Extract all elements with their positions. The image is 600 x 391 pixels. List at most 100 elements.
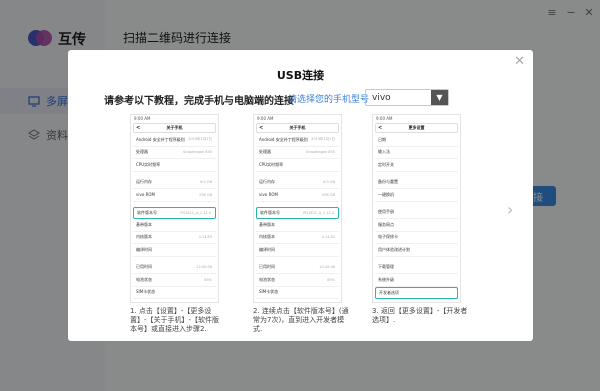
phone-setting-row: 一键换机 [375,189,458,202]
phone-setting-value: 8.0 GB [200,180,212,185]
phone-setting-label: Android 安全补丁程序级别 [136,136,185,142]
phone-header-title: 关于手机 [166,125,183,130]
phone-setting-row: 服务网点 [375,219,458,232]
phone-setting-value: 85% [327,277,335,282]
phone-setting-label: 电子保修卡 [378,234,398,240]
phone-setting-row: SIM卡状态 [133,287,216,299]
phone-setting-row: 下载管理 [375,262,458,274]
usb-connect-dialog: USB连接 ✕ 请参考以下教程，完成手机与电脑端的连接 请选择您的手机型号 vi… [68,50,533,341]
instruction-text: 请参考以下教程，完成手机与电脑端的连接 [104,96,294,107]
phone-setting-row: 电池状态 85% [256,274,339,287]
phone-setting-value: 12:45:06 [196,265,212,270]
phone-setting-label: 内核版本 [259,234,275,240]
phone-setting-value: 2019年1月1日 [311,137,335,142]
phone-setting-row: Android 安全补丁程序级别 2019年1月1日 [133,134,216,147]
phone-setting-value: 85% [204,277,212,282]
phone-setting-row: 已用时间 12:45:06 [133,262,216,274]
phone-setting-value: 4.14.83 [198,235,212,240]
phone-setting-label: 一键换机 [378,191,394,197]
phone-setting-label: 软件版本号 [260,209,280,215]
select-model-link[interactable]: 请选择您的手机型号 [288,92,369,105]
phone-setting-label: 电池状态 [136,276,152,282]
phone-setting-row: 日期 [375,134,458,147]
back-icon: < [136,125,141,131]
phone-setting-label: 处理器 [259,149,271,155]
phone-setting-row: 使用手册 [375,207,458,219]
phone-setting-label: 系统升级 [378,276,394,282]
phone-setting-row: Android 安全补丁程序级别 2019年1月1日 [256,134,339,147]
phone-setting-value: 12:45:06 [319,265,335,270]
phone-setting-label: 基带版本 [259,221,275,227]
phone-setting-label: 备份与重置 [378,179,398,185]
phone-setting-row: 基带版本 [133,219,216,232]
phone-setting-row: 编译时间 [256,244,339,257]
back-icon: < [378,125,383,131]
phone-setting-value: 8.0 GB [323,180,335,185]
phone-setting-row: CPU实时频率 [133,159,216,172]
phone-setting-row: CPU实时频率 [256,159,339,172]
phone-screen-header: < 关于手机 [133,123,216,133]
phone-header-title: 关于手机 [289,125,306,130]
phone-header-title: 更多设置 [408,125,425,130]
chevron-down-icon[interactable]: ▼ [431,90,448,105]
phone-setting-label: 运行内存 [259,179,275,185]
chevron-right-icon[interactable]: › [507,200,513,219]
phone-setting-label: vivo ROM [259,192,278,198]
phone-setting-row: 运行内存 8.0 GB [133,177,216,189]
phone-setting-value: PD1821_A_1.12.4 [180,210,211,215]
phone-setting-label: 开发者选项 [379,289,399,295]
phone-setting-label: 下载管理 [378,264,394,270]
tutorial-screenshot: 9:00 AM < 更多设置日期输入法定时开关备份与重置一键换机使用手册服务网点电子… [372,114,461,303]
phone-setting-row: 定时开关 [375,159,458,172]
phone-setting-label: CPU实时频率 [136,161,161,167]
phone-setting-label: 编译时间 [136,246,152,252]
phone-model-select[interactable]: vivo ▼ [365,89,449,106]
phone-setting-row: 电子保修卡 [375,232,458,244]
dialog-title: USB连接 [276,69,325,82]
step-caption: 3. 返回【更多设置】-【开发者选项】. [372,307,468,324]
phone-status-bar: 9:00 AM [376,116,393,121]
phone-setting-row: 处理器 Snapdragon 855 [133,147,216,159]
phone-setting-label: 电池状态 [259,276,275,282]
phone-setting-row: 用户体验改进计划 [375,244,458,257]
phone-setting-row: 基带版本 [256,219,339,232]
phone-status-bar: 9:00 AM [134,116,151,121]
phone-setting-value: 256 GB [199,192,212,197]
phone-setting-label: 运行内存 [136,179,152,185]
phone-setting-label: 输入法 [378,149,390,155]
tutorial-screenshot: 9:00 AM < 关于手机 Android 安全补丁程序级别 2019年1月1日 处理器… [253,114,342,303]
close-icon[interactable]: ✕ [514,54,525,69]
phone-setting-row: 开发者选项 [375,286,458,299]
phone-setting-label: vivo ROM [136,192,155,198]
step-caption: 2. 连续点击【软件版本号】(通常为7次)，直到进入开发者模式. [253,307,349,333]
phone-setting-row: 已用时间 12:45:06 [256,262,339,274]
phone-setting-label: 软件版本号 [137,209,157,215]
phone-setting-label: 基带版本 [136,221,152,227]
phone-setting-row: 编译时间 [133,244,216,257]
phone-setting-row: 输入法 [375,147,458,159]
phone-setting-label: 处理器 [136,149,148,155]
phone-setting-row: vivo ROM 256 GB [133,189,216,202]
phone-setting-label: 日期 [378,136,386,142]
selected-model: vivo [372,92,391,103]
phone-setting-value: Snapdragon 855 [306,150,335,155]
phone-setting-row: 内核版本 4.14.83 [256,232,339,244]
phone-setting-value: PD1821_A_1.12.4 [303,210,334,215]
phone-setting-value: Snapdragon 855 [183,150,212,155]
back-icon: < [259,125,264,131]
phone-setting-row: 电池状态 85% [133,274,216,287]
phone-setting-row: 软件版本号 PD1821_A_1.12.4 [133,206,216,219]
phone-screen-header: < 关于手机 [256,123,339,133]
phone-setting-row: 运行内存 8.0 GB [256,177,339,189]
phone-setting-label: Android 安全补丁程序级别 [259,136,308,142]
phone-setting-label: SIM卡状态 [259,289,279,295]
phone-setting-value: 256 GB [322,192,335,197]
phone-setting-label: 定时开关 [378,161,394,167]
phone-setting-row: 备份与重置 [375,177,458,189]
phone-setting-label: 已用时间 [136,264,152,270]
phone-screen-header: < 更多设置 [375,123,458,133]
phone-setting-row: 处理器 Snapdragon 855 [256,147,339,159]
phone-setting-label: 已用时间 [259,264,275,270]
phone-setting-label: 编译时间 [259,246,275,252]
phone-setting-label: 服务网点 [378,221,394,227]
